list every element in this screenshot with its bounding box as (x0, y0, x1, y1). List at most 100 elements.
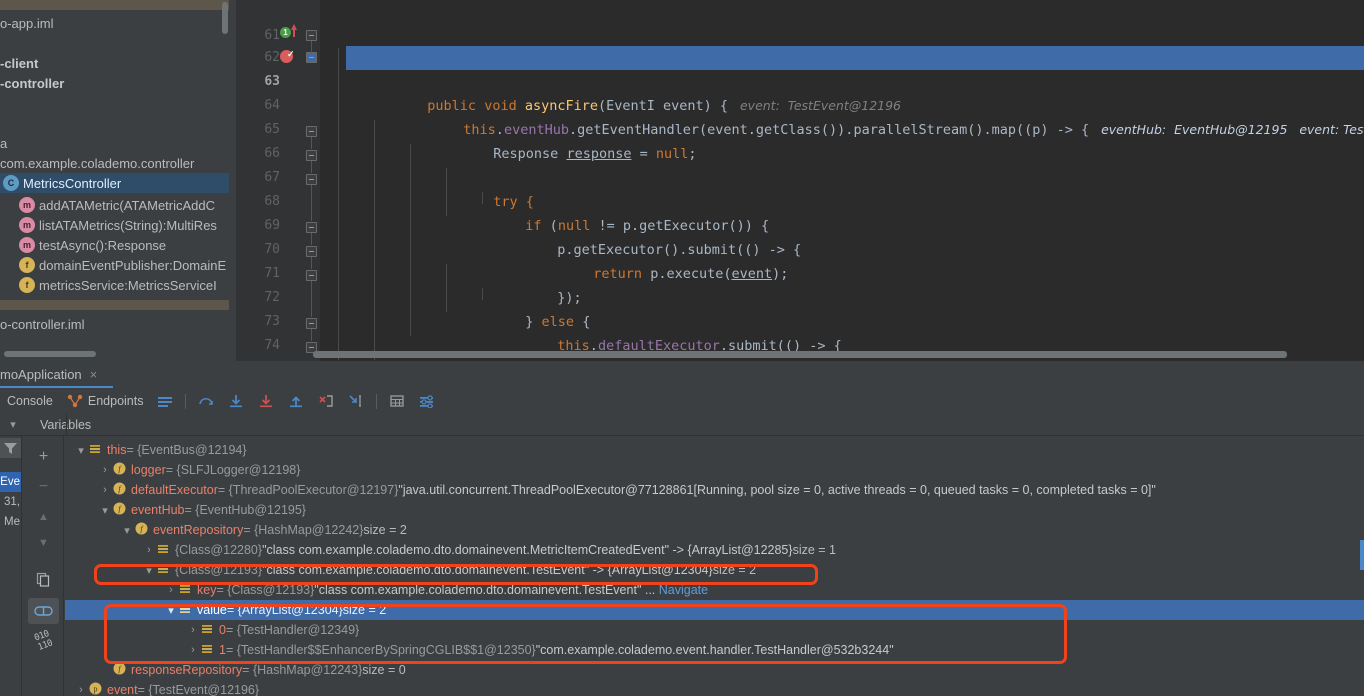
tab-console[interactable]: Console (0, 388, 60, 414)
project-tree-vertical-scrollbar[interactable] (222, 2, 228, 34)
breakpoint-verified-check-icon: ✓ (287, 49, 295, 59)
variable-row-value[interactable]: ▾ value = {ArrayList@12304} size = 2 (65, 600, 1364, 620)
project-tree-item-package[interactable]: com.example.colademo.controller (0, 153, 229, 173)
project-tree-item-list-ata-metrics[interactable]: m listATAMetrics(String):MultiRes (0, 215, 229, 235)
move-down-button[interactable]: ▼ (28, 530, 59, 556)
project-tree-item-3[interactable]: a (0, 133, 229, 153)
step-into-button[interactable] (221, 388, 251, 414)
chevron-down-icon[interactable]: ▾ (141, 564, 157, 577)
frame-item-1[interactable]: 31, (0, 492, 21, 512)
field-icon: f (113, 662, 127, 678)
project-tree-item-add-ata-metric[interactable]: m addATAMetric(ATAMetricAddC (0, 195, 229, 215)
variable-string-repr: "class com.example.colademo.dto.domainev… (262, 563, 713, 577)
code-line-61[interactable]: 61 (236, 0, 1364, 43)
project-tree-item-2[interactable]: -controller (0, 73, 229, 93)
chevron-right-icon[interactable]: › (97, 484, 113, 496)
project-tree-item-metrics-service[interactable]: f metricsService:MetricsServiceI (0, 275, 229, 295)
step-out-button[interactable] (281, 388, 311, 414)
variable-row-event-hub[interactable]: ▾ f eventHub = {EventHub@12195} (65, 500, 1364, 520)
variable-size: size = 1 (792, 543, 836, 557)
collapse-chevron-icon[interactable]: ▾ (0, 418, 26, 431)
java-class-icon: C (3, 175, 19, 191)
code-line-68[interactable]: 68 p.getExecutor().submit(() -> { (236, 166, 1364, 258)
project-tool-window[interactable]: o-app.iml -client -controller a com.exam… (0, 0, 229, 361)
editor-horizontal-scrollbar[interactable] (313, 351, 1287, 358)
run-tab-demo-application[interactable]: moApplication × (0, 361, 105, 388)
project-tree-item-domain-event-publisher[interactable]: f domainEventPublisher:DomainE (0, 255, 229, 275)
chevron-down-icon[interactable]: ▾ (73, 444, 89, 457)
project-tree-item-0[interactable]: o-app.iml (0, 13, 229, 33)
method-icon: m (19, 217, 35, 233)
code-line-72[interactable]: 72 this.defaultExecutor.submit(() -> { (236, 262, 1364, 354)
variable-row-logger[interactable]: › f logger = {SLFJLogger@12198} (65, 460, 1364, 480)
console-tab-label: Console (7, 394, 53, 408)
add-watch-button[interactable]: + (28, 444, 59, 470)
variable-row-event[interactable]: › p event = {TestEvent@12196} (65, 680, 1364, 696)
variable-row-response-repository[interactable]: f responseRepository = {HashMap@12243} s… (65, 660, 1364, 680)
toolbar-separator (185, 393, 187, 409)
step-over-button[interactable] (191, 388, 221, 414)
code-editor[interactable]: 61 62 public void asyncFire(EventI event… (236, 0, 1364, 361)
settings-layout-button[interactable] (412, 388, 442, 414)
step-into-icon (228, 394, 244, 408)
chevron-right-icon[interactable]: › (185, 644, 201, 656)
code-line-66[interactable]: 66 try { (236, 118, 1364, 210)
frames-panel[interactable]: Eve 31, Me (0, 436, 21, 696)
variable-value: = {ArrayList@12304} (226, 603, 343, 617)
code-line-63[interactable]: 63 this.eventHub.getEventHandler(event.g… (236, 46, 1364, 138)
remove-watch-button[interactable]: − (28, 474, 59, 500)
move-up-button[interactable]: ▲ (28, 504, 59, 530)
copy-value-button[interactable] (28, 566, 59, 592)
variable-row-this[interactable]: ▾ this = {EventBus@12194} (65, 440, 1364, 460)
chevron-right-icon[interactable]: › (73, 684, 89, 696)
chevron-right-icon[interactable]: › (163, 584, 179, 596)
force-step-into-button[interactable] (251, 388, 281, 414)
frame-item-2[interactable]: Me (0, 512, 21, 532)
chevron-right-icon[interactable]: › (97, 464, 113, 476)
variable-row-index-0[interactable]: › 0 = {TestHandler@12349} (65, 620, 1364, 640)
project-tree-item-1[interactable]: -client (0, 53, 229, 73)
code-line-69[interactable]: 69 return p.execute(event); (236, 190, 1364, 282)
drop-frame-icon (318, 394, 334, 408)
project-tree-label: metricsService:MetricsServiceI (39, 277, 217, 293)
run-to-cursor-button[interactable] (341, 388, 371, 414)
project-tree-label: com.example.colademo.controller (0, 155, 195, 171)
code-line-65[interactable]: 65 (236, 94, 1364, 137)
variable-name: eventRepository (153, 523, 244, 537)
view-as-binary-button[interactable]: 010 110 (24, 623, 62, 658)
tab-endpoints[interactable]: Endpoints (60, 388, 151, 414)
code-line-62[interactable]: 62 public void asyncFire(EventI event) {… (236, 22, 1364, 114)
code-line-74[interactable]: 74 }); (236, 310, 1364, 353)
variables-tree[interactable]: ▾ this = {EventBus@12194} › f logger = {… (65, 436, 1364, 696)
chevron-down-icon[interactable]: ▾ (119, 524, 135, 537)
project-tree-item-metrics-controller[interactable]: C MetricsController (0, 173, 229, 193)
frame-item-0[interactable]: Eve (0, 472, 21, 492)
project-tree-horizontal-scrollbar[interactable] (4, 351, 96, 357)
code-line-71[interactable]: 71 } else { (236, 238, 1364, 330)
drop-frame-button[interactable] (311, 388, 341, 414)
variable-row-map-entry-test-event[interactable]: ▾ {Class@12193} "class com.example.colad… (65, 560, 1364, 580)
variable-row-map-entry-metric-item-created-event[interactable]: › {Class@12280} "class com.example.colad… (65, 540, 1364, 560)
inspect-value-button[interactable] (28, 598, 59, 624)
chevron-right-icon[interactable]: › (185, 624, 201, 636)
evaluate-expression-button[interactable] (382, 388, 412, 414)
show-all-frames-button[interactable] (150, 388, 180, 414)
chevron-down-icon[interactable]: ▾ (97, 504, 113, 517)
code-line-73[interactable]: 73 return p.execute(event); (236, 286, 1364, 329)
chevron-down-icon[interactable]: ▾ (163, 604, 179, 617)
code-line-67[interactable]: 67 if (null != p.getExecutor()) { (236, 142, 1364, 234)
frames-filter-button[interactable] (0, 438, 21, 458)
close-icon[interactable]: × (90, 367, 98, 382)
chevron-right-icon[interactable]: › (141, 544, 157, 556)
code-line-70[interactable]: 70 }); (236, 214, 1364, 306)
variable-row-event-repository[interactable]: ▾ f eventRepository = {HashMap@12242} si… (65, 520, 1364, 540)
variable-row-index-1[interactable]: › 1 = {TestHandler$$EnhancerBySpringCGLI… (65, 640, 1364, 660)
project-tree-item-test-async[interactable]: m testAsync():Response (0, 235, 229, 255)
project-tree-item-controller-iml[interactable]: o-controller.iml (0, 314, 229, 334)
code-line-64[interactable]: 64 Response response = null; (236, 70, 1364, 162)
navigate-link[interactable]: Navigate (659, 583, 708, 597)
variable-row-default-executor[interactable]: › f defaultExecutor = {ThreadPoolExecuto… (65, 480, 1364, 500)
implementation-marker-icon[interactable]: 1 (280, 27, 291, 38)
variable-row-key[interactable]: › key = {Class@12193} "class com.example… (65, 580, 1364, 600)
variables-vertical-scrollbar[interactable] (1360, 540, 1364, 570)
